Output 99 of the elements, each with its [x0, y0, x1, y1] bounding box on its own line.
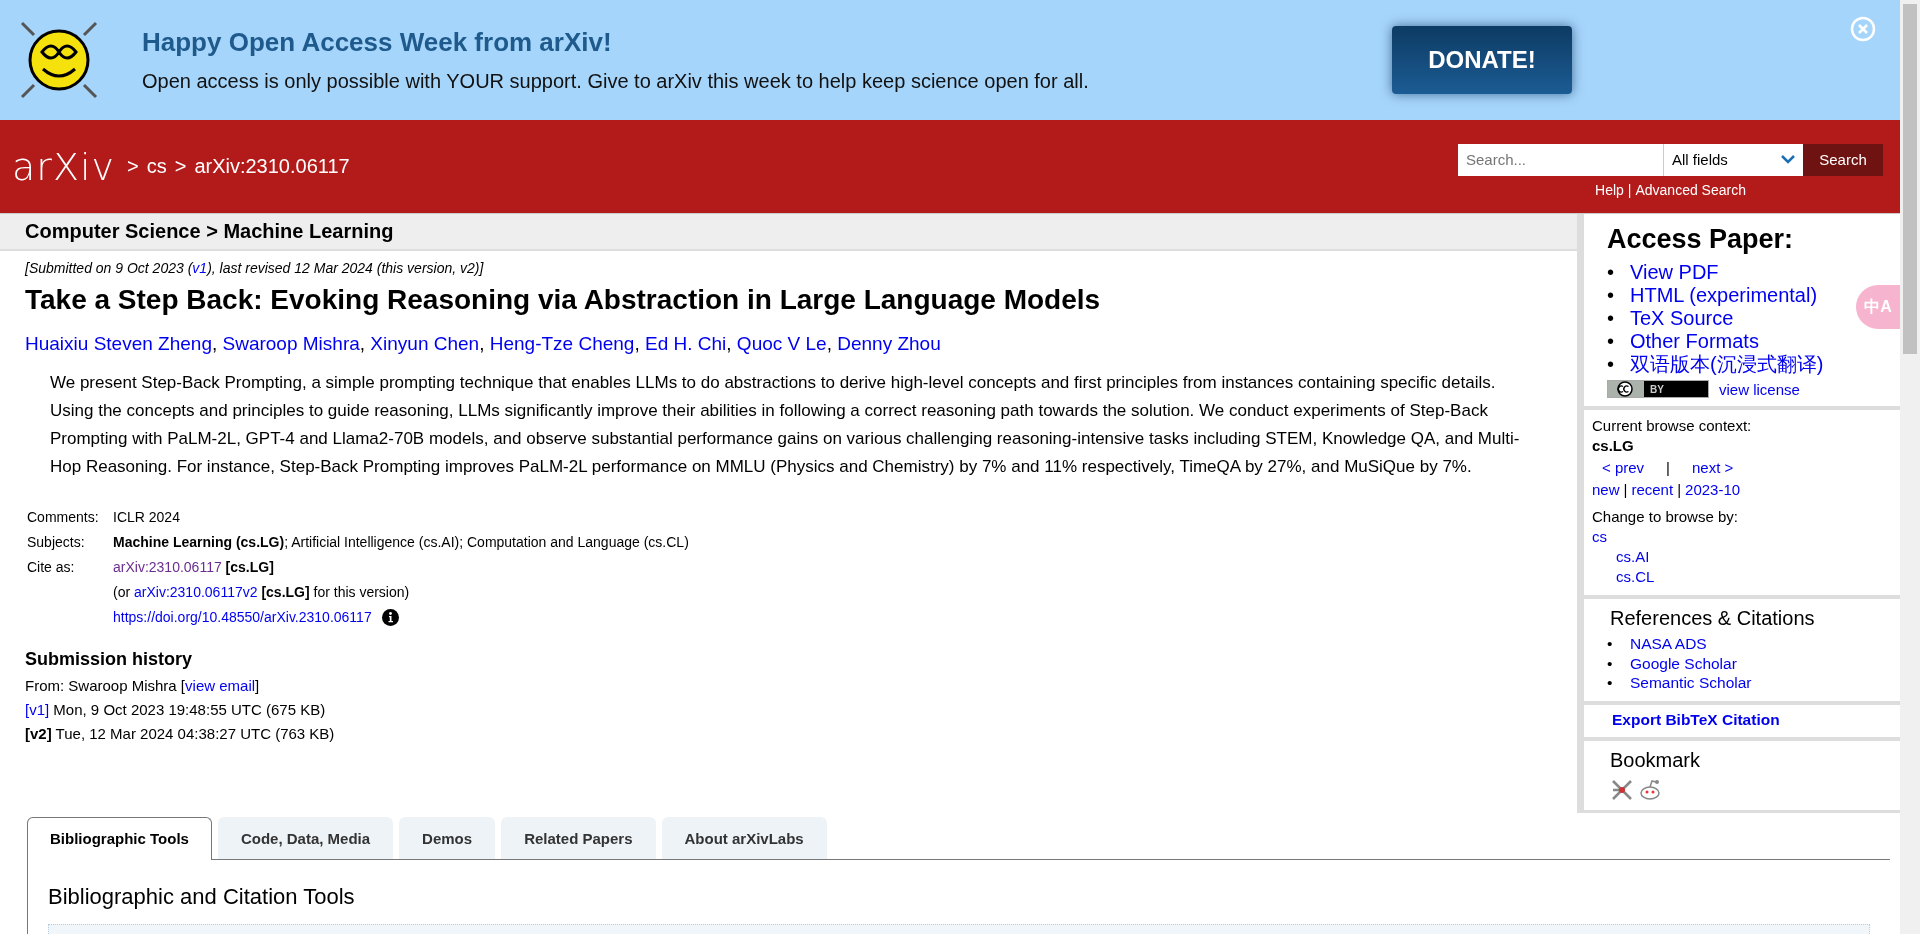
version-label: [v2]	[25, 725, 52, 742]
arxiv-logo[interactable]: arXiv	[12, 144, 115, 189]
tab[interactable]: Code, Data, Media	[217, 816, 394, 859]
author-link[interactable]: Ed H. Chi	[645, 333, 727, 354]
author-link[interactable]: Swaroop Mishra	[222, 333, 360, 354]
section-heading: Submission history	[25, 649, 194, 670]
bullet: •	[1607, 307, 1615, 330]
bullet: •	[1607, 634, 1614, 654]
bullet: •	[1607, 261, 1615, 284]
format-link[interactable]: TeX Source	[1630, 307, 1734, 330]
tab[interactable]: Demos	[399, 816, 496, 859]
next-link[interactable]: next >	[1692, 458, 1734, 478]
version-link[interactable]: [v1]	[25, 701, 50, 718]
search-button[interactable]: Search	[1803, 143, 1883, 176]
chevron-down-icon	[1781, 155, 1795, 164]
browse-link[interactable]: 2023-10	[1685, 480, 1741, 500]
author-separator: ,	[359, 333, 366, 354]
bullet: •	[1607, 353, 1615, 376]
reference-link[interactable]: NASA ADS	[1630, 634, 1707, 654]
prev-link[interactable]: < prev	[1602, 458, 1645, 478]
submission-dateline: [Submitted on 9 Oct 2023 (v1), last revised 12 Mar 2024 (this version, v2)]	[25, 260, 485, 276]
bullet: •	[1607, 653, 1614, 673]
link-separator: |	[1627, 181, 1632, 198]
format-link[interactable]: 双语版本(沉浸式翻译)	[1630, 353, 1824, 376]
sidebar-title: References & Citations	[1609, 607, 1816, 630]
breadcrumb-link[interactable]: cs	[146, 155, 167, 178]
version-date: Mon, 9 Oct 2023 19:48:55 UTC (675 KB)	[53, 701, 326, 718]
search-field-dropdown[interactable]: All fields	[1663, 143, 1803, 176]
metadata-label: Subjects:	[27, 533, 86, 552]
paper-title: Take a Step Back: Evoking Reasoning via Abstraction in Large Language Models	[25, 284, 1102, 316]
arxiv-id-link[interactable]: arXiv:2310.06117	[113, 559, 222, 575]
panel-title: Bibliographic and Citation Tools	[48, 883, 356, 910]
format-link[interactable]: View PDF	[1630, 261, 1719, 284]
abstract-text: We present Step-Back Prompting, a simple prompting technique that enables LLMs to do abstractions to derive high-level concepts and first principles from instances containing specific details. Using the concepts and principles to guide reasoning, LLMs significantly improve their abilities in following a correct reasoning path towards the solution. We conduct experiments of Step-Back Prompting with PaLM-2L, GPT-4 and Llama2-70B models, and observe substantial performance gains on various challenging reasoning-intensive tasks including STEM, Knowledge QA, and Multi-Hop Reasoning. For instance, Step-Back Prompting improves PaLM-2L performance on MMLU (Physics and Chemistry) by 7% and 11% respectively, TimeQA by 27%, and MuSiQue by 7%.	[50, 372, 1521, 478]
scrollbar[interactable]	[1900, 0, 1920, 934]
info-icon[interactable]	[381, 608, 399, 626]
banner-message: Open access is only possible with YOUR support. Give to arXiv this week to help keep science open for all.	[142, 70, 1090, 93]
link-separator: |	[1666, 458, 1670, 478]
arxiv-id-link[interactable]: arXiv:2310.06117v2	[134, 584, 258, 600]
search-field[interactable]: Search...	[1458, 143, 1663, 176]
tab[interactable]: Related Papers	[501, 816, 656, 859]
network-icon[interactable]	[1610, 777, 1634, 802]
banner-title: Happy Open Access Week from arXiv!	[142, 27, 613, 58]
license-badge[interactable]: BY	[1607, 380, 1709, 398]
metadata-value: Machine Learning (cs.LG); Artificial Intelligence (cs.AI); Computation and Language (cs.CL)	[113, 533, 690, 552]
submitter-line: From: Swaroop Mishra [view email]	[25, 676, 261, 696]
donate-button[interactable]: DONATE!	[1392, 26, 1572, 94]
format-link[interactable]: HTML (experimental)	[1630, 284, 1818, 307]
version-date: Tue, 12 Mar 2024 04:38:27 UTC (763 KB)	[55, 725, 335, 742]
author-link[interactable]: Huaixiu Steven Zheng	[25, 333, 212, 354]
bullet: •	[1607, 284, 1615, 307]
view-license-link[interactable]: view license	[1719, 380, 1800, 398]
author-link[interactable]: Denny Zhou	[837, 333, 941, 354]
reference-link[interactable]: Google Scholar	[1630, 653, 1737, 673]
author-link[interactable]: Heng-Tze Cheng	[489, 333, 635, 354]
category-tag: [cs.LG]	[225, 559, 274, 575]
author-link[interactable]: Quoc V Le	[736, 333, 827, 354]
help-link[interactable]: Help	[1595, 181, 1624, 198]
format-link[interactable]: Other Formats	[1630, 330, 1759, 353]
author-separator: ,	[479, 333, 485, 354]
author-separator: ,	[826, 333, 832, 354]
breadcrumb-link[interactable]: arXiv:2310.06117	[194, 155, 350, 178]
version-citation: (or arXiv:2310.06117v2 [cs.LG] for this version)	[113, 583, 411, 602]
breadcrumb-separator: >	[174, 155, 187, 178]
bullet: •	[1607, 673, 1614, 693]
reference-link[interactable]: Semantic Scholar	[1630, 673, 1752, 693]
sidebar-title: Access Paper:	[1607, 224, 1795, 255]
smiley-face-icon	[18, 19, 100, 101]
browse-category-link[interactable]: cs	[1592, 528, 1607, 545]
metadata-label: Comments:	[27, 508, 100, 527]
tab[interactable]: About arXivLabs	[661, 816, 827, 859]
cc-icon	[1608, 381, 1644, 397]
metadata-value: ICLR 2024	[113, 508, 181, 527]
tab[interactable]: Bibliographic Tools	[27, 816, 212, 860]
export-bibtex-link[interactable]: Export BibTeX Citation	[1602, 710, 1780, 728]
author-separator: ,	[211, 333, 218, 354]
doi-link[interactable]: https://doi.org/10.48550/arXiv.2310.06117	[113, 607, 372, 627]
scrollbar-thumb[interactable]	[1903, 4, 1917, 354]
browse-context-label: Current browse context:	[1592, 416, 1753, 436]
metadata-label: Cite as:	[27, 558, 76, 577]
browse-category-link[interactable]: cs.CL	[1616, 568, 1655, 585]
view-email-link[interactable]: view email	[185, 677, 256, 694]
browse-link[interactable]: new	[1592, 480, 1620, 500]
bullet: •	[1607, 330, 1615, 353]
license-badge-label: BY	[1650, 383, 1664, 395]
sidebar-title: Bookmark	[1609, 748, 1702, 772]
link-separator: |	[1677, 480, 1682, 500]
browse-link[interactable]: recent	[1631, 480, 1674, 500]
category-bar: Computer Science > Machine Learning	[0, 214, 1577, 251]
change-browse-label: Change to browse by:	[1592, 507, 1739, 527]
breadcrumb-separator: >	[127, 155, 139, 178]
author-link[interactable]: Xinyun Chen	[370, 333, 480, 354]
browse-context: cs.LG	[1592, 436, 1635, 456]
browse-category-link[interactable]: cs.AI	[1616, 548, 1650, 565]
help-link[interactable]: Advanced Search	[1635, 181, 1746, 198]
author-separator: ,	[634, 333, 640, 354]
link-separator: |	[1623, 480, 1628, 500]
author-separator: ,	[726, 333, 732, 354]
reddit-icon[interactable]	[1638, 777, 1662, 802]
